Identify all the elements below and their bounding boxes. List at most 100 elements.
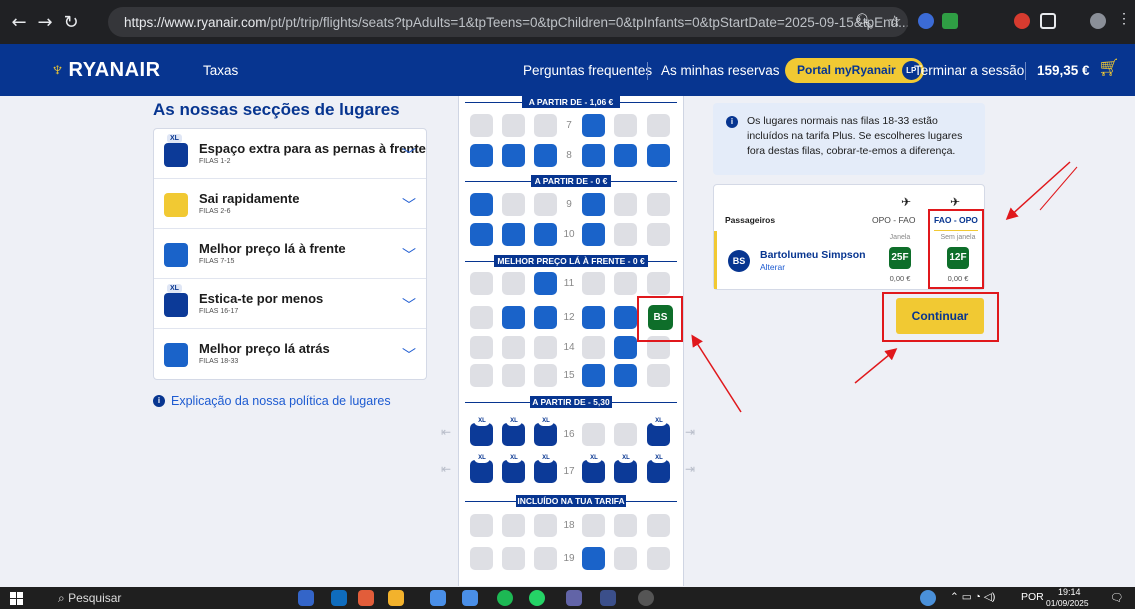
search-icon: ⌕ [58, 591, 69, 605]
portal-myryanair-button[interactable]: Portal myRyanair LP [785, 58, 924, 83]
file-explorer-icon[interactable] [388, 590, 404, 606]
xl-badge: XL [651, 453, 667, 463]
flight-tab-opo-fao[interactable]: OPO - FAO [872, 215, 915, 225]
cart-icon[interactable]: 🛒︎ [1098, 58, 1120, 78]
seat [470, 514, 493, 537]
menu-kebab-icon[interactable]: ⋮ [1117, 10, 1131, 26]
notifications-icon[interactable]: 🗨︎ [1110, 591, 1123, 604]
basket-total[interactable]: 159,35 € [1037, 63, 1090, 78]
seat[interactable] [502, 423, 525, 446]
seat[interactable] [534, 144, 557, 167]
chrome-icon[interactable] [430, 590, 446, 606]
seat[interactable] [582, 306, 605, 329]
seat[interactable] [614, 306, 637, 329]
address-bar[interactable]: https://www.ryanair.com/pt/pt/trip/fligh… [108, 7, 908, 37]
seat[interactable] [534, 460, 557, 483]
outlook-icon[interactable] [331, 590, 347, 606]
reload-icon[interactable]: ↻ [58, 12, 84, 33]
seat[interactable] [502, 144, 525, 167]
app-icon[interactable] [298, 590, 314, 606]
teams-icon[interactable] [566, 590, 582, 606]
zoom-icon[interactable]: 🔍︎ [855, 12, 874, 30]
seat[interactable] [502, 223, 525, 246]
extension-icon[interactable] [918, 13, 934, 29]
seat[interactable] [614, 144, 637, 167]
seat[interactable] [582, 364, 605, 387]
seat[interactable] [534, 306, 557, 329]
seat[interactable] [534, 423, 557, 446]
section-row[interactable]: XL Espaço extra para as pernas à frente FI… [154, 129, 426, 179]
windows-start-icon[interactable] [10, 592, 23, 605]
seat[interactable] [470, 144, 493, 167]
seat1-price: 0,00 € [889, 274, 911, 283]
nav-faq[interactable]: Perguntas frequentes [523, 63, 652, 78]
seat[interactable] [647, 423, 670, 446]
ryanair-logo[interactable]: ♆ RYANAIR [50, 59, 161, 82]
logout-link[interactable]: Terminar a sessão [914, 63, 1024, 78]
chrome-icon[interactable] [462, 590, 478, 606]
chevron-down-icon[interactable]: ﹀ [402, 145, 416, 165]
clock-date[interactable]: 01/09/2025 [1046, 598, 1089, 608]
seat[interactable] [582, 193, 605, 216]
nav-taxas[interactable]: Taxas [203, 63, 238, 78]
seat[interactable] [614, 364, 637, 387]
seat[interactable] [582, 223, 605, 246]
seat [502, 336, 525, 359]
section-row[interactable]: Sai rapidamente FILAS 2-6 ﹀ [154, 179, 426, 229]
seat[interactable] [502, 306, 525, 329]
weather-icon[interactable] [920, 590, 936, 606]
seat[interactable] [647, 144, 670, 167]
seat-policy-link[interactable]: i Explicação da nossa política de lugare… [153, 394, 427, 408]
chevron-down-icon[interactable]: ﹀ [402, 245, 416, 265]
extension-icon[interactable] [942, 13, 958, 29]
seat[interactable] [582, 144, 605, 167]
extensions-puzzle-icon[interactable] [1040, 13, 1056, 29]
seat [647, 514, 670, 537]
forward-icon[interactable]: → [32, 12, 58, 33]
extension-icon[interactable] [1014, 13, 1030, 29]
spotify-icon[interactable] [497, 590, 513, 606]
section-row[interactable]: XL Estica-te por menos FILAS 16-17 ﹀ [154, 279, 426, 329]
seat [534, 193, 557, 216]
whatsapp-icon[interactable] [529, 590, 545, 606]
profile-avatar[interactable] [1090, 13, 1106, 29]
seat[interactable] [582, 114, 605, 137]
url-path: /pt/pt/trip/flights/seats?tpAdults=1&tpT… [266, 14, 908, 30]
clock-time[interactable]: 19:14 [1058, 587, 1081, 597]
seat[interactable] [647, 460, 670, 483]
seat1-badge[interactable]: 25F [889, 247, 911, 269]
seat[interactable] [614, 460, 637, 483]
app-icon[interactable] [638, 590, 654, 606]
section-row[interactable]: Melhor preço lá à frente FILAS 7-15 ﹀ [154, 229, 426, 279]
seat[interactable] [582, 460, 605, 483]
seat[interactable] [470, 423, 493, 446]
xl-badge: XL [586, 453, 602, 463]
seat[interactable] [582, 547, 605, 570]
section-row[interactable]: Melhor preço lá atrás FILAS 18-33 ﹀ [154, 329, 426, 379]
chevron-down-icon[interactable]: ﹀ [402, 295, 416, 315]
seat[interactable] [470, 460, 493, 483]
highlight-box [928, 209, 984, 289]
seat[interactable] [470, 223, 493, 246]
seat [470, 547, 493, 570]
seat [614, 423, 637, 446]
seat[interactable] [534, 223, 557, 246]
change-link[interactable]: Alterar [760, 262, 785, 272]
bookmark-star-icon[interactable]: ☆ [888, 12, 901, 30]
chevron-down-icon[interactable]: ﹀ [402, 195, 416, 215]
nav-reservas[interactable]: As minhas reservas [661, 63, 780, 78]
seat [470, 306, 493, 329]
tray-icons[interactable]: ⌃ ▭ ◔ ◁) [950, 591, 995, 603]
taskbar-search[interactable]: ⌕ Pesquisar [58, 591, 121, 606]
back-icon[interactable]: ← [6, 12, 32, 33]
app-icon[interactable] [358, 590, 374, 606]
language-indicator[interactable]: POR [1021, 591, 1044, 603]
url-domain: https://www.ryanair.com [124, 14, 267, 30]
app-icon[interactable] [600, 590, 616, 606]
seat[interactable] [614, 336, 637, 359]
chevron-down-icon[interactable]: ﹀ [402, 345, 416, 365]
passengers-header: Passageiros [725, 215, 776, 225]
seat[interactable] [470, 193, 493, 216]
seat[interactable] [502, 460, 525, 483]
seat[interactable] [534, 272, 557, 295]
